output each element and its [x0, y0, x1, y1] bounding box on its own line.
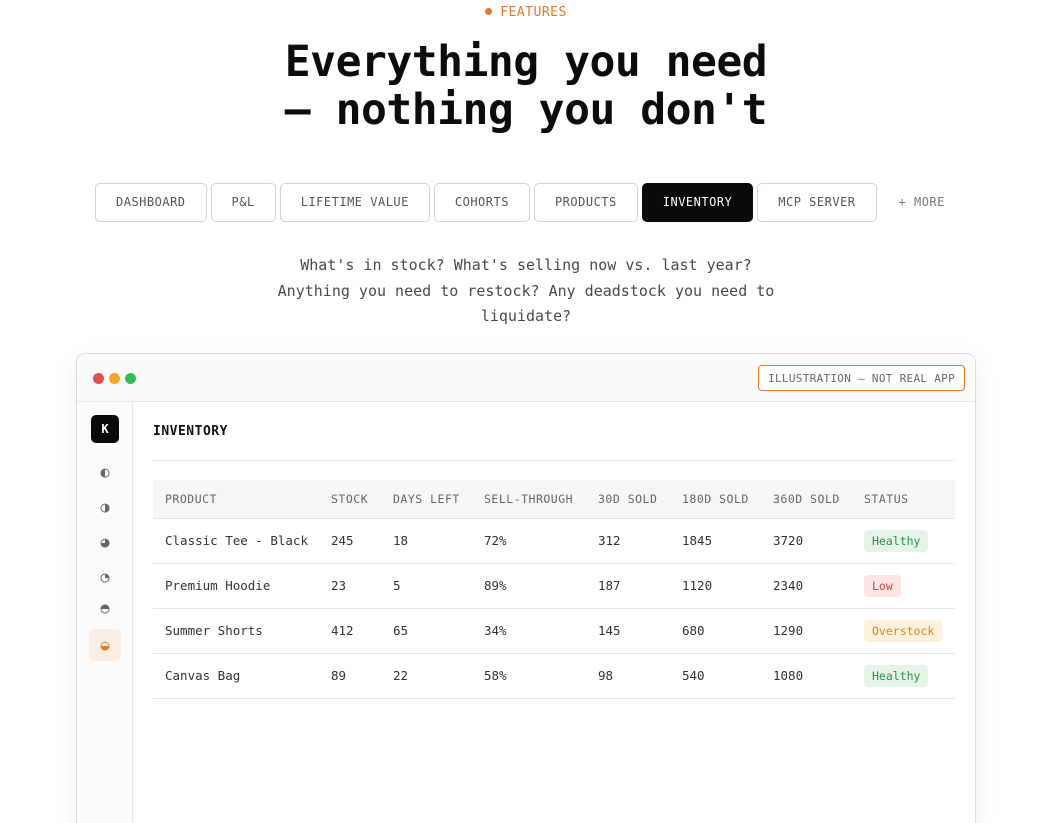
- table-row[interactable]: Summer Shorts 412 65 34% 145 680 1290 Ov…: [153, 608, 955, 653]
- feature-tabs: DASHBOARD P&L LIFETIME VALUE COHORTS PRO…: [95, 182, 963, 222]
- column-header[interactable]: 30D SOLD: [586, 480, 670, 518]
- status-badge: Low: [864, 574, 901, 597]
- product-cell: Classic Tee - Black: [165, 533, 308, 548]
- status-cell: Overstock: [852, 608, 955, 653]
- window-close-icon: [93, 373, 104, 384]
- column-header[interactable]: 360D SOLD: [761, 480, 852, 518]
- sold-360d-cell: 1080: [773, 668, 804, 683]
- status-cell: Low: [852, 563, 955, 608]
- sold-30d-cell: 312: [598, 533, 621, 548]
- table-row[interactable]: Classic Tee - Black 245 18 72% 312 1845 …: [153, 518, 955, 563]
- tab-dashboard[interactable]: DASHBOARD: [95, 182, 207, 222]
- lifetime-value-icon[interactable]: ◕: [89, 526, 121, 558]
- days-left-cell: 65: [393, 623, 409, 638]
- status-cell: Healthy: [852, 518, 955, 563]
- features-eyebrow: FEATURES: [0, 5, 1052, 20]
- feature-description: What's in stock? What's selling now vs. …: [0, 253, 1052, 330]
- stock-cell: 245: [331, 533, 354, 548]
- sold-180d-cell: 540: [682, 668, 705, 683]
- column-header[interactable]: DAYS LEFT: [381, 480, 472, 518]
- days-left-cell: 5: [393, 578, 401, 593]
- tab-more[interactable]: + MORE: [880, 182, 963, 222]
- product-cell: Canvas Bag: [165, 668, 241, 683]
- sell-through-cell: 72%: [484, 533, 507, 548]
- sold-360d-cell: 1290: [773, 623, 804, 638]
- products-icon[interactable]: ◓: [89, 592, 121, 624]
- headline-line-1: Everything you need: [284, 37, 768, 87]
- description-line-3: liquidate?: [480, 307, 572, 325]
- app-window-mockup: ILLUSTRATION — NOT REAL APP K ◐ ◑ ◕ ◔ ◓ …: [76, 353, 976, 823]
- app-logo: K: [91, 415, 119, 443]
- pnl-icon[interactable]: ◑: [89, 491, 121, 523]
- sell-through-cell: 58%: [484, 668, 507, 683]
- tab-products[interactable]: PRODUCTS: [533, 182, 638, 222]
- window-maximize-icon: [125, 373, 136, 384]
- inventory-icon[interactable]: ◒: [89, 629, 121, 661]
- sold-180d-cell: 1120: [682, 578, 713, 593]
- column-header[interactable]: STOCK: [319, 480, 381, 518]
- status-badge: Overstock: [864, 619, 943, 642]
- eyebrow-label: FEATURES: [500, 5, 567, 20]
- column-header[interactable]: STATUS: [852, 480, 955, 518]
- headline: Everything you need — nothing you don't: [0, 38, 1052, 134]
- column-header[interactable]: 180D SOLD: [670, 480, 761, 518]
- sold-180d-cell: 1845: [682, 533, 713, 548]
- sold-30d-cell: 145: [598, 623, 621, 638]
- sold-180d-cell: 680: [682, 623, 705, 638]
- window-minimize-icon: [109, 373, 120, 384]
- description-line-1: What's in stock? What's selling now vs. …: [300, 256, 752, 274]
- section-title: INVENTORY: [153, 424, 228, 439]
- tab-pnl[interactable]: P&L: [210, 182, 276, 222]
- window-titlebar: ILLUSTRATION — NOT REAL APP: [77, 354, 975, 402]
- sold-30d-cell: 98: [598, 668, 614, 683]
- sold-360d-cell: 2340: [773, 578, 804, 593]
- stock-cell: 89: [331, 668, 347, 683]
- headline-line-2: — nothing you don't: [284, 85, 768, 135]
- accent-dot-icon: [485, 8, 493, 15]
- column-header[interactable]: PRODUCT: [153, 480, 319, 518]
- days-left-cell: 22: [393, 668, 409, 683]
- table-row[interactable]: Canvas Bag 89 22 58% 98 540 1080 Healthy: [153, 653, 955, 698]
- cohorts-icon[interactable]: ◔: [89, 561, 121, 593]
- status-badge: Healthy: [864, 664, 929, 687]
- status-badge: Healthy: [864, 529, 929, 552]
- app-sidebar: K ◐ ◑ ◕ ◔ ◓ ◒: [77, 402, 133, 823]
- tab-lifetime-value[interactable]: LIFETIME VALUE: [279, 182, 430, 222]
- table-row[interactable]: Premium Hoodie 23 5 89% 187 1120 2340 Lo…: [153, 563, 955, 608]
- status-cell: Healthy: [852, 653, 955, 698]
- sell-through-cell: 89%: [484, 578, 507, 593]
- stock-cell: 412: [331, 623, 354, 638]
- illustration-badge: ILLUSTRATION — NOT REAL APP: [758, 365, 965, 391]
- sold-30d-cell: 187: [598, 578, 621, 593]
- tab-inventory[interactable]: INVENTORY: [641, 182, 754, 222]
- product-cell: Premium Hoodie: [165, 578, 271, 593]
- table-header-row: PRODUCT STOCK DAYS LEFT SELL-THROUGH 30D…: [153, 480, 955, 518]
- description-line-2: Anything you need to restock? Any deadst…: [277, 281, 775, 300]
- days-left-cell: 18: [393, 533, 409, 548]
- product-cell: Summer Shorts: [165, 623, 263, 638]
- inventory-table: PRODUCT STOCK DAYS LEFT SELL-THROUGH 30D…: [153, 480, 955, 699]
- tab-cohorts[interactable]: COHORTS: [433, 182, 530, 222]
- dashboard-icon[interactable]: ◐: [89, 456, 121, 488]
- stock-cell: 23: [331, 578, 347, 593]
- column-header[interactable]: SELL-THROUGH: [472, 480, 586, 518]
- section-divider: [153, 460, 955, 461]
- sell-through-cell: 34%: [484, 623, 507, 638]
- sold-360d-cell: 3720: [773, 533, 804, 548]
- tab-mcp-server[interactable]: MCP SERVER: [757, 182, 877, 222]
